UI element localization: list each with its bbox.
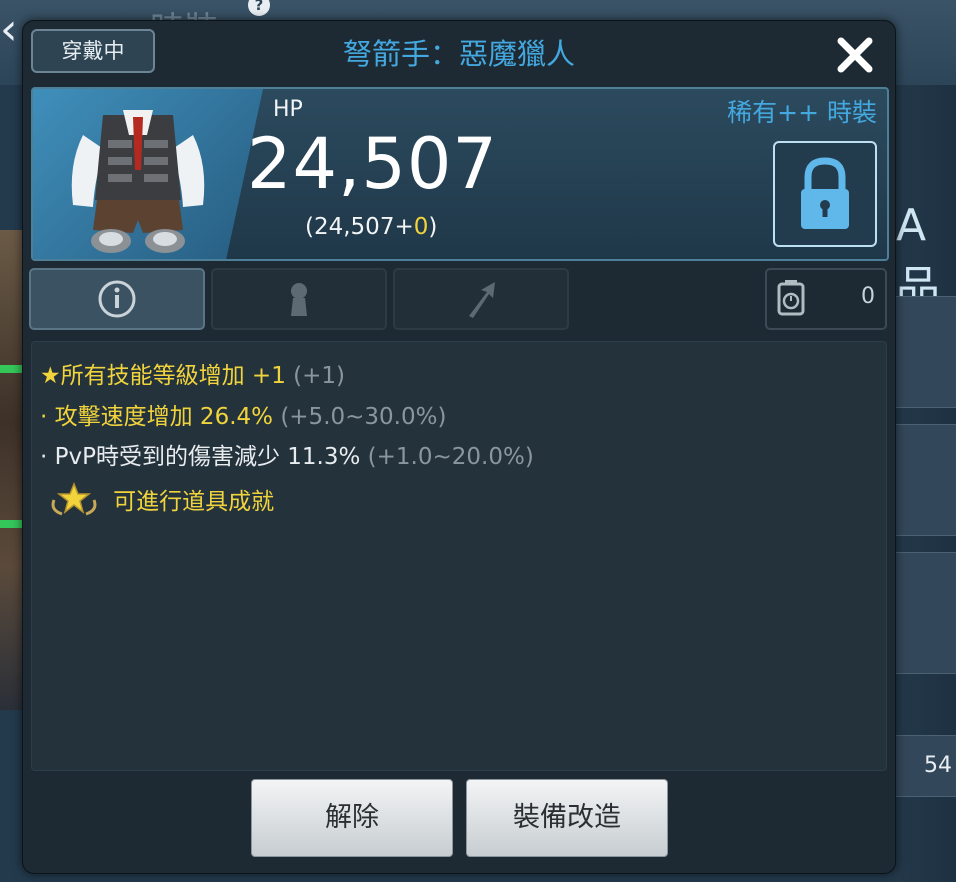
stat-main: ★所有技能等級增加 +1 (+1)	[40, 356, 345, 390]
tab-character[interactable]	[211, 268, 387, 330]
costume-icon	[71, 110, 205, 253]
rarity-label: 稀有++ 時裝	[727, 98, 877, 127]
hp-bonus: 0	[413, 214, 429, 240]
stat-main-label: ★所有技能等級增加 +1	[40, 363, 286, 389]
tab-info[interactable]	[29, 268, 205, 330]
character-icon[interactable]	[213, 270, 385, 328]
stat-attack-speed-label: · 攻擊速度增加 26.4%	[40, 404, 273, 430]
scale-icon	[777, 280, 805, 316]
stat-pvp-damage-range: (+1.0~20.0%)	[367, 444, 534, 470]
stat-attack-speed-range: (+5.0~30.0%)	[280, 404, 447, 430]
lock-icon[interactable]	[775, 143, 875, 245]
item-header: HP 24,507 (24,507+0) 稀有++ 時裝	[31, 87, 889, 261]
close-button[interactable]	[831, 31, 879, 79]
achievement-label: 可進行道具成就	[113, 489, 275, 515]
stat-attack-speed: · 攻擊速度增加 26.4% (+5.0~30.0%)	[40, 397, 446, 431]
weight-counter[interactable]: 0	[765, 268, 887, 330]
achievement-row: 可進行道具成就	[48, 480, 274, 518]
background-card	[893, 552, 956, 674]
achievement-star-icon	[51, 481, 97, 516]
info-icon[interactable]	[31, 270, 203, 328]
lock-button[interactable]	[773, 141, 877, 247]
modify-equipment-button[interactable]: 裝備改造	[466, 779, 668, 857]
upgrade-arrow-icon[interactable]	[395, 270, 567, 328]
tab-upgrade[interactable]	[393, 268, 569, 330]
hp-value: 24,507	[247, 123, 498, 205]
stats-panel: ★所有技能等級增加 +1 (+1) · 攻擊速度增加 26.4% (+5.0~3…	[31, 341, 887, 771]
stat-main-range: (+1)	[293, 363, 346, 389]
background-card	[893, 296, 956, 408]
hp-label: HP	[273, 97, 303, 122]
item-portrait	[33, 89, 263, 259]
hp-base: (24,507+	[305, 214, 414, 240]
close-icon[interactable]	[835, 35, 875, 75]
hp-bar	[0, 365, 22, 373]
hp-breakdown: (24,507+0)	[305, 214, 437, 240]
counter-value: 0	[861, 284, 875, 309]
costume-detail-popup: 穿戴中 弩箭手：惡魔獵人 HP 24,507 (24,507+0) 稀有++ 時…	[22, 20, 896, 874]
stat-pvp-damage-label: · PvP時受到的傷害減少 11.3%	[40, 444, 361, 470]
background-count: 54	[924, 753, 952, 778]
unequip-button[interactable]: 解除	[251, 779, 453, 857]
popup-title: 弩箭手：惡魔獵人	[342, 37, 575, 71]
hp-close: )	[428, 214, 438, 240]
background-card	[893, 424, 956, 536]
tab-bar: 0	[29, 268, 891, 330]
stat-pvp-damage: · PvP時受到的傷害減少 11.3% (+1.0~20.0%)	[40, 437, 534, 471]
hp-bar	[0, 520, 22, 528]
